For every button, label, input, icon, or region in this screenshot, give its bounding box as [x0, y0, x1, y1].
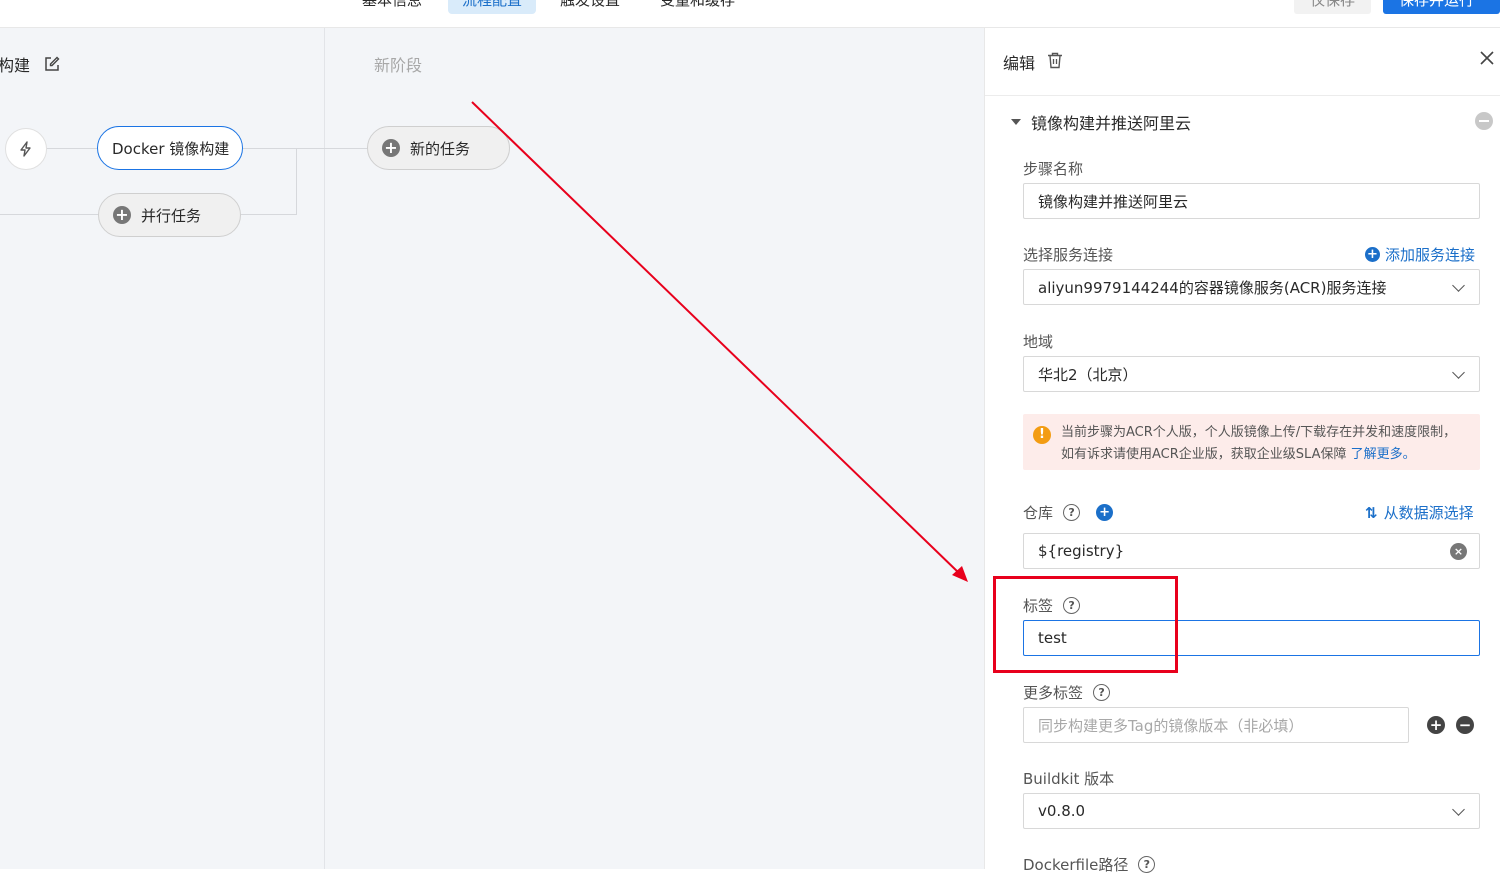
annotation-highlight-box: [993, 576, 1178, 673]
annotation-arrow: [471, 101, 968, 582]
